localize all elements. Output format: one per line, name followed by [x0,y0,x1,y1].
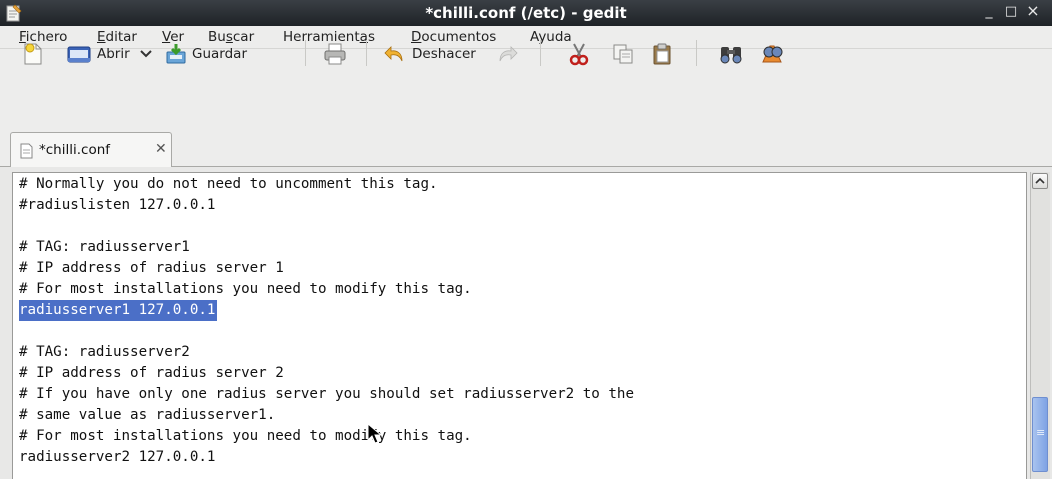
open-recent-dropdown[interactable] [140,39,152,69]
print-button[interactable] [323,39,347,69]
save-label: Guardar [192,46,247,62]
scroll-up-button[interactable] [1032,173,1048,189]
new-document-button[interactable] [22,39,44,69]
selected-text-line[interactable]: radiusserver1 127.0.0.1 [19,300,218,321]
code-line[interactable]: # TAG: radiusserver1 [19,237,190,258]
text-editor[interactable]: # Normally you do not need to uncomment … [12,172,1027,479]
title-bar[interactable]: *chilli.conf (/etc) - gedit _ □ × [0,0,1052,26]
redo-icon [496,43,518,65]
code-line[interactable]: # If you have only one radius server you… [19,384,634,405]
vertical-scrollbar[interactable]: ≡ [1030,172,1050,479]
find-button[interactable] [718,39,744,69]
menu-bar: Fichero Editar Ver Buscar Herramientas D… [0,26,1052,49]
paste-button[interactable] [651,39,673,69]
mouse-pointer-icon [367,422,383,449]
redo-button[interactable] [496,39,518,69]
save-icon [164,42,188,66]
find-replace-button[interactable] [760,39,786,69]
open-folder-icon [66,43,92,65]
chevron-down-icon [140,49,152,59]
code-line[interactable]: # For most installations you need to mod… [19,279,472,300]
code-line[interactable]: # Normally you do not need to uncomment … [19,174,438,195]
code-line[interactable]: # same value as radiusserver1. [19,405,275,426]
document-tab-strip: *chilli.conf ✕ [0,126,1052,167]
window-title: *chilli.conf (/etc) - gedit [425,4,627,22]
code-line[interactable]: #radiuslisten 127.0.0.1 [19,195,215,216]
save-button[interactable]: Guardar [164,39,247,69]
undo-icon [384,43,406,65]
menu-ayuda[interactable]: Ayuda [530,29,572,45]
copy-icon [612,43,634,65]
code-line[interactable]: radiusserver2 127.0.0.1 [19,447,215,468]
cut-icon [568,42,590,66]
new-document-icon [22,42,44,66]
paste-icon [651,42,673,66]
gedit-window: *chilli.conf (/etc) - gedit _ □ × Ficher… [0,0,1052,479]
print-icon [323,42,347,66]
minimize-button[interactable]: _ [980,3,998,19]
toolbar-separator [696,40,697,66]
code-line[interactable]: # For most installations you need to mod… [19,426,472,447]
tab-label: *chilli.conf [39,142,111,158]
maximize-button[interactable]: □ [1002,4,1020,19]
find-replace-icon [760,42,786,66]
code-line[interactable]: # TAG: radiusserver2 [19,342,190,363]
tab-chilli-conf[interactable]: *chilli.conf ✕ [10,132,172,167]
find-icon [718,43,744,65]
close-tab-icon[interactable]: ✕ [155,141,167,157]
code-line[interactable]: # IP address of radius server 1 [19,258,284,279]
undo-label: Deshacer [412,46,476,62]
code-line[interactable]: # IP address of radius server 2 [19,363,284,384]
scrollbar-grip: ≡ [1036,426,1046,439]
toolbar-separator [366,40,367,66]
document-icon [20,143,33,163]
toolbar-separator [305,40,306,66]
scrollbar-thumb[interactable]: ≡ [1032,397,1048,472]
open-label: Abrir [97,46,130,62]
cut-button[interactable] [568,39,590,69]
toolbar [0,49,1052,126]
close-window-button[interactable]: × [1024,1,1042,20]
open-button[interactable]: Abrir [66,39,130,69]
toolbar-separator [540,40,541,66]
undo-button[interactable]: Deshacer [384,39,476,69]
copy-button[interactable] [612,39,634,69]
